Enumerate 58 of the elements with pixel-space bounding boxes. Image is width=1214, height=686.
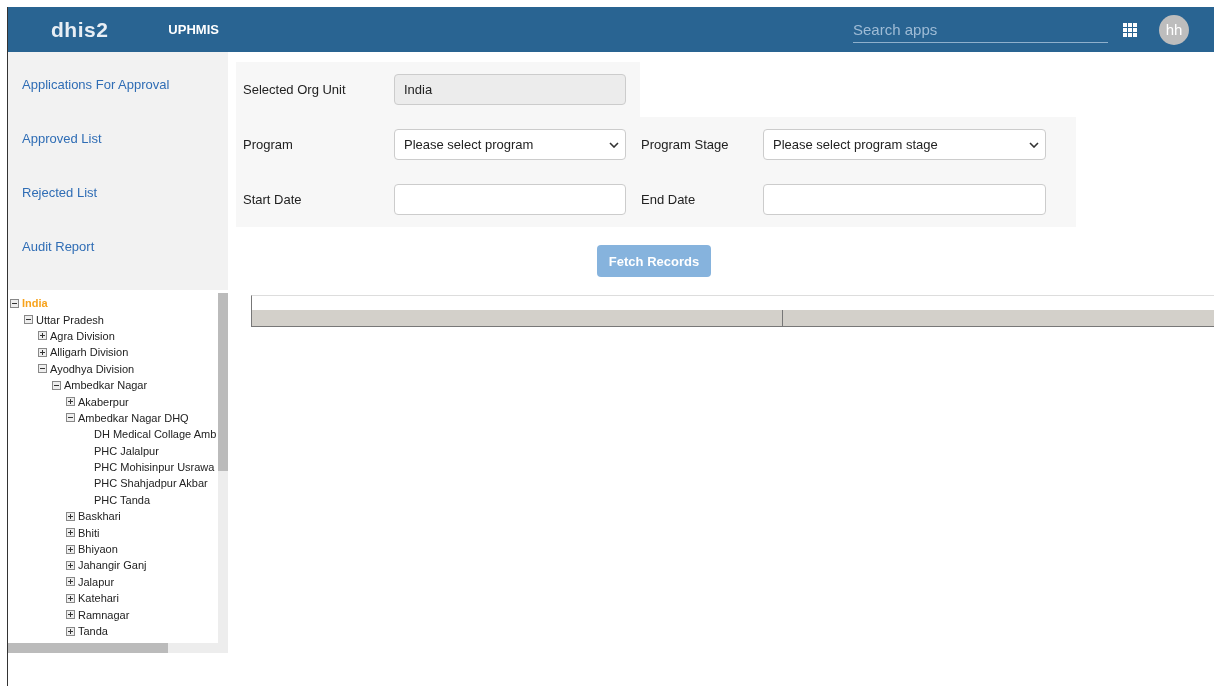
expand-icon[interactable]	[38, 347, 47, 357]
apps-grid-icon[interactable]	[1123, 22, 1137, 37]
program-dropdown[interactable]: Please select program	[394, 129, 626, 160]
expand-icon[interactable]	[66, 560, 75, 570]
tree-item[interactable]: PHC Jalalpur	[94, 444, 159, 457]
program-stage-dropdown[interactable]: Please select program stage	[763, 129, 1046, 160]
expand-icon[interactable]	[66, 544, 75, 554]
tree-item[interactable]: Uttar Pradesh	[36, 313, 104, 326]
tree-item[interactable]: PHC Tanda	[94, 493, 151, 506]
app-title: UPHMIS	[168, 22, 219, 37]
search-field[interactable]: Search apps	[853, 16, 1108, 43]
tree-item[interactable]: Bhiyaon	[78, 543, 118, 556]
sidebar-link[interactable]: Approved List	[8, 111, 228, 165]
tree-item[interactable]: Jalapur	[78, 575, 115, 588]
tree-item[interactable]: PHC Shahjadpur Akbar	[94, 477, 208, 490]
expand-icon[interactable]	[38, 331, 47, 341]
tree-item[interactable]: Akaberpur	[78, 395, 129, 408]
end-date-field[interactable]	[763, 184, 1046, 215]
sidebar-link[interactable]: Audit Report	[8, 219, 228, 273]
collapse-icon[interactable]	[10, 298, 19, 308]
tree-item[interactable]: Katehari	[78, 592, 119, 605]
expand-icon[interactable]	[66, 610, 75, 620]
tree-item[interactable]: Ayodhya Division	[50, 362, 135, 375]
start-date-field[interactable]	[394, 184, 626, 215]
collapse-icon[interactable]	[66, 413, 75, 423]
tree-item[interactable]: Ambedkar Nagar	[64, 379, 148, 392]
field-label: Selected Org Unit	[242, 82, 347, 97]
field-label: Start Date	[242, 192, 303, 207]
collapse-icon[interactable]	[24, 315, 33, 325]
field-label: End Date	[640, 192, 697, 207]
expand-icon[interactable]	[66, 626, 75, 636]
caret-icon	[1029, 141, 1039, 148]
tree-item[interactable]: Ambedkar Nagar DHQ	[78, 411, 189, 424]
field-label: Program	[242, 137, 294, 152]
field-label: Program Stage	[640, 137, 730, 152]
tree-item[interactable]: Ramnagar	[78, 608, 130, 621]
vertical-scrollbar[interactable]	[218, 293, 228, 643]
expand-icon[interactable]	[66, 528, 75, 538]
tree-item[interactable]: Agra Division	[50, 329, 115, 342]
tree-item[interactable]: Tanda	[78, 625, 108, 637]
tree-item[interactable]: Baskhari	[78, 510, 121, 523]
expand-icon[interactable]	[66, 577, 75, 587]
collapse-icon[interactable]	[38, 364, 47, 374]
logo: dhis2	[51, 17, 109, 42]
tree-item[interactable]: DH Medical Collage Amb	[94, 428, 217, 441]
tree-item[interactable]: Jahangir Ganj	[78, 559, 147, 572]
sidebar-link[interactable]: Applications For Approval	[8, 57, 228, 111]
tree-item[interactable]: Alligarh Division	[50, 346, 129, 359]
tree-item[interactable]: Bhiti	[78, 526, 100, 539]
tree-item[interactable]: PHC Mohisinpur Usrawa	[94, 461, 215, 474]
caret-icon	[609, 141, 619, 148]
collapse-icon[interactable]	[52, 380, 61, 390]
expand-icon[interactable]	[66, 397, 75, 407]
org-unit-field[interactable]: India	[394, 74, 626, 105]
expand-icon[interactable]	[66, 593, 75, 603]
expand-icon[interactable]	[66, 511, 75, 521]
sidebar-link[interactable]: Rejected List	[8, 165, 228, 219]
horizontal-scrollbar[interactable]	[8, 643, 228, 653]
